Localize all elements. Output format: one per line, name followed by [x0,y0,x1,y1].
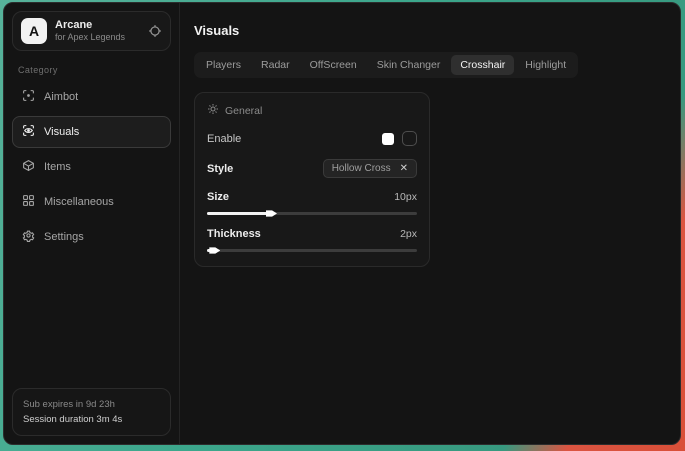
sidebar-item-items[interactable]: Items [12,151,171,183]
size-slider[interactable] [207,212,417,215]
tab-crosshair[interactable]: Crosshair [451,55,514,75]
sidebar-item-visuals[interactable]: Visuals [12,116,171,148]
section-title: General [225,105,262,117]
gear-icon [22,229,35,245]
main-content: Visuals Players Radar OffScreen Skin Cha… [180,3,680,444]
sidebar-item-label: Miscellaneous [44,196,114,208]
sub-expires-text: Sub expires in 9d 23h [23,397,160,412]
tab-radar[interactable]: Radar [252,55,299,75]
brand-logo: A [21,18,47,44]
category-label: Category [18,65,165,75]
subscription-info-box: Sub expires in 9d 23h Session duration 3… [12,388,171,436]
brand-card: A Arcane for Apex Legends [12,11,171,51]
sidebar-item-label: Items [44,161,71,173]
enable-row: Enable [207,131,417,146]
enable-checkbox[interactable] [402,131,417,146]
tab-players[interactable]: Players [197,55,250,75]
scan-eye-icon [22,124,35,140]
page-title: Visuals [194,23,666,38]
sidebar-item-miscellaneous[interactable]: Miscellaneous [12,186,171,218]
tab-highlight[interactable]: Highlight [516,55,575,75]
crosshair-scan-icon [22,89,35,105]
color-swatch[interactable] [382,133,394,145]
thickness-row: Thickness 2px [207,228,417,240]
session-duration-text: Session duration 3m 4s [23,412,160,427]
general-panel: General Enable Style Hollow Cross ✕ Size… [194,92,430,267]
sidebar-item-label: Settings [44,231,84,243]
visuals-tabbar: Players Radar OffScreen Skin Changer Cro… [194,52,578,78]
style-select[interactable]: Hollow Cross ✕ [323,159,417,178]
style-label: Style [207,163,233,175]
arcane-menu-window: A Arcane for Apex Legends Category Aimbo [3,2,681,445]
thickness-slider[interactable] [207,249,417,252]
size-row: Size 10px [207,191,417,203]
tab-skin-changer[interactable]: Skin Changer [368,55,450,75]
box-icon [22,159,35,175]
sidebar-item-settings[interactable]: Settings [12,221,171,253]
size-slider-thumb[interactable] [266,209,277,218]
thickness-slider-thumb[interactable] [209,246,220,255]
thickness-value: 2px [400,228,417,240]
layout-grid-icon [22,194,35,210]
general-settings-icon [207,103,219,118]
enable-label: Enable [207,133,241,145]
size-label: Size [207,191,229,203]
tab-offscreen[interactable]: OffScreen [301,55,366,75]
sidebar-item-label: Visuals [44,126,79,138]
style-row: Style Hollow Cross ✕ [207,159,417,178]
brand-subtitle: for Apex Legends [55,32,140,43]
remove-style-icon[interactable]: ✕ [400,163,408,174]
sidebar: A Arcane for Apex Legends Category Aimbo [4,3,180,444]
crosshair-target-icon[interactable] [148,24,162,38]
sidebar-item-label: Aimbot [44,91,78,103]
style-value: Hollow Cross [332,163,391,174]
sidebar-item-aimbot[interactable]: Aimbot [12,81,171,113]
brand-title: Arcane [55,19,140,33]
thickness-label: Thickness [207,228,261,240]
size-value: 10px [394,191,417,203]
